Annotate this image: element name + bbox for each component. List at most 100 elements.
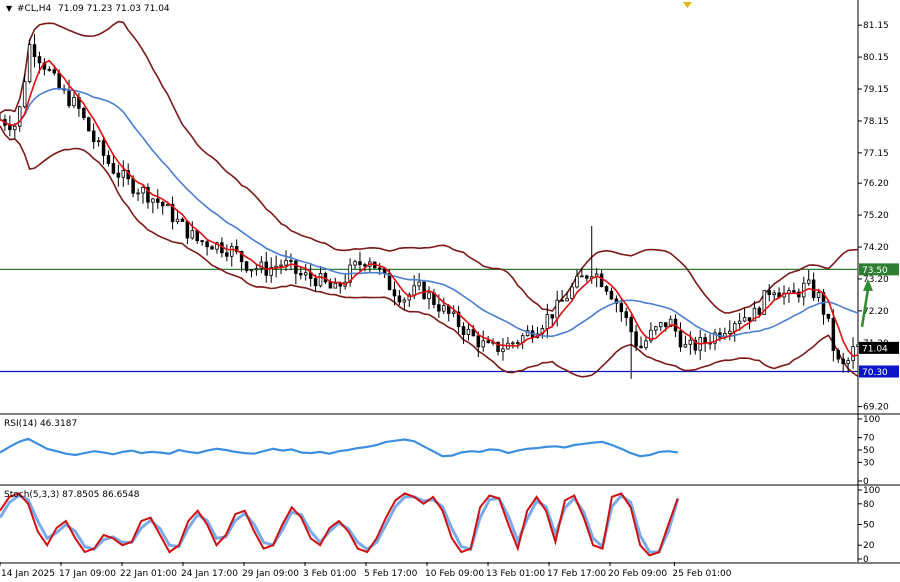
candle-body xyxy=(639,345,643,348)
candle-body xyxy=(570,286,574,299)
candle-body xyxy=(412,285,416,296)
candle-body xyxy=(451,311,456,314)
candle-body xyxy=(111,163,116,174)
candle-body xyxy=(644,340,648,348)
one-click-trading-icon[interactable] xyxy=(683,2,692,8)
candle-body xyxy=(688,339,693,345)
candle-body xyxy=(299,272,303,276)
indicator-tick-label: 70 xyxy=(863,434,875,444)
candle-body xyxy=(811,279,816,298)
price-tick-label: 74.20 xyxy=(863,243,889,253)
candle-body xyxy=(121,170,126,178)
candle-body xyxy=(816,292,821,298)
candle-body xyxy=(772,292,776,296)
candle-body xyxy=(427,292,431,299)
candle-body xyxy=(732,323,737,332)
candle-body xyxy=(96,140,101,143)
candle-body xyxy=(836,350,841,360)
candle-body xyxy=(244,261,249,272)
candle-body xyxy=(37,56,42,64)
indicator-tick-label: 30 xyxy=(863,458,875,468)
candle-body xyxy=(466,328,471,335)
candle-body xyxy=(545,314,550,329)
candle-body xyxy=(757,307,762,315)
candle-body xyxy=(392,289,397,297)
indicator-tick-label: 80 xyxy=(863,500,875,510)
candle-body xyxy=(200,240,204,243)
indicator-tick-label: 50 xyxy=(863,521,875,531)
candle-body xyxy=(511,342,515,345)
price-tick-label: 75.20 xyxy=(863,211,889,221)
candle-body xyxy=(22,81,27,108)
symbol-label: #CL,H4 xyxy=(17,4,51,14)
candle-body xyxy=(284,260,288,266)
candle-body xyxy=(185,221,190,239)
time-tick-label: 24 Jan 17:00 xyxy=(181,569,238,579)
candle-body xyxy=(417,281,421,287)
candle-body xyxy=(397,295,402,303)
candle-body xyxy=(175,218,180,223)
candle-body xyxy=(516,342,520,344)
candle-body xyxy=(555,299,559,319)
time-tick-label: 22 Jan 01:00 xyxy=(120,569,177,579)
candle-body xyxy=(160,201,165,207)
candle-body xyxy=(313,278,318,287)
time-tick-label: 25 Feb 01:00 xyxy=(672,569,731,579)
candle-body xyxy=(17,106,22,127)
candle-body xyxy=(13,125,17,131)
price-tick-label: 77.15 xyxy=(863,149,889,159)
candle-body xyxy=(101,140,106,156)
time-tick-label: 17 Feb 17:00 xyxy=(547,569,606,579)
candle-body xyxy=(294,260,298,274)
candle-body xyxy=(333,283,338,289)
candle-body xyxy=(461,326,466,335)
candle-body xyxy=(141,186,145,194)
candle-body xyxy=(377,267,382,270)
candle-body xyxy=(52,69,56,74)
candle-body xyxy=(659,322,663,328)
candle-body xyxy=(851,346,855,362)
candle-body xyxy=(663,322,668,327)
candle-body xyxy=(116,172,121,178)
time-tick-label: 14 Jan 2025 xyxy=(1,569,55,579)
indicator-tick-label: 0 xyxy=(863,555,869,565)
candle-body xyxy=(678,330,683,348)
price-tick-label: 80.15 xyxy=(863,53,889,63)
candle-body xyxy=(47,68,52,71)
candle-body xyxy=(629,317,633,333)
candle-body xyxy=(619,302,624,313)
candle-body xyxy=(156,198,160,203)
candle-body xyxy=(303,272,308,276)
candle-body xyxy=(683,343,688,348)
candle-body xyxy=(91,130,96,143)
candle-body xyxy=(792,290,796,293)
price-tick-label: 79.15 xyxy=(863,85,889,95)
price-tag-label: 71.04 xyxy=(862,344,888,354)
candle-body xyxy=(165,203,170,207)
candle-body xyxy=(363,264,367,267)
price-tick-label: 72.20 xyxy=(863,307,889,317)
candle-body xyxy=(279,264,283,267)
time-tick-label: 5 Feb 17:00 xyxy=(364,569,418,579)
price-pane: 81.15 80.15 79.15 78.15 77.15 76.20 75.20 74.20… xyxy=(0,0,900,562)
trading-chart: ▼ #CL,H4 71.09 71.23 71.03 71.04 81.15 80… xyxy=(0,0,900,579)
candle-body xyxy=(856,344,860,347)
candle-body xyxy=(131,178,135,194)
candle-body xyxy=(422,281,426,299)
rsi-pane: 1007050300RSI(14) 46.3187 xyxy=(0,415,900,487)
candle-body xyxy=(8,124,12,131)
price-tick-label: 76.20 xyxy=(863,179,889,189)
candle-body xyxy=(180,218,185,222)
indicator-tick-label: 20 xyxy=(863,541,875,551)
candle-body xyxy=(481,340,485,348)
symbol-dropdown-icon[interactable]: ▼ xyxy=(6,4,13,13)
candle-body xyxy=(575,275,579,288)
candle-body xyxy=(442,305,446,312)
indicator-tick-label: 100 xyxy=(863,415,880,425)
candle-body xyxy=(32,44,37,57)
candle-body xyxy=(195,230,199,242)
candle-body xyxy=(72,97,76,107)
candle-body xyxy=(230,246,234,257)
candle-body xyxy=(249,269,254,272)
candle-body xyxy=(210,246,214,250)
